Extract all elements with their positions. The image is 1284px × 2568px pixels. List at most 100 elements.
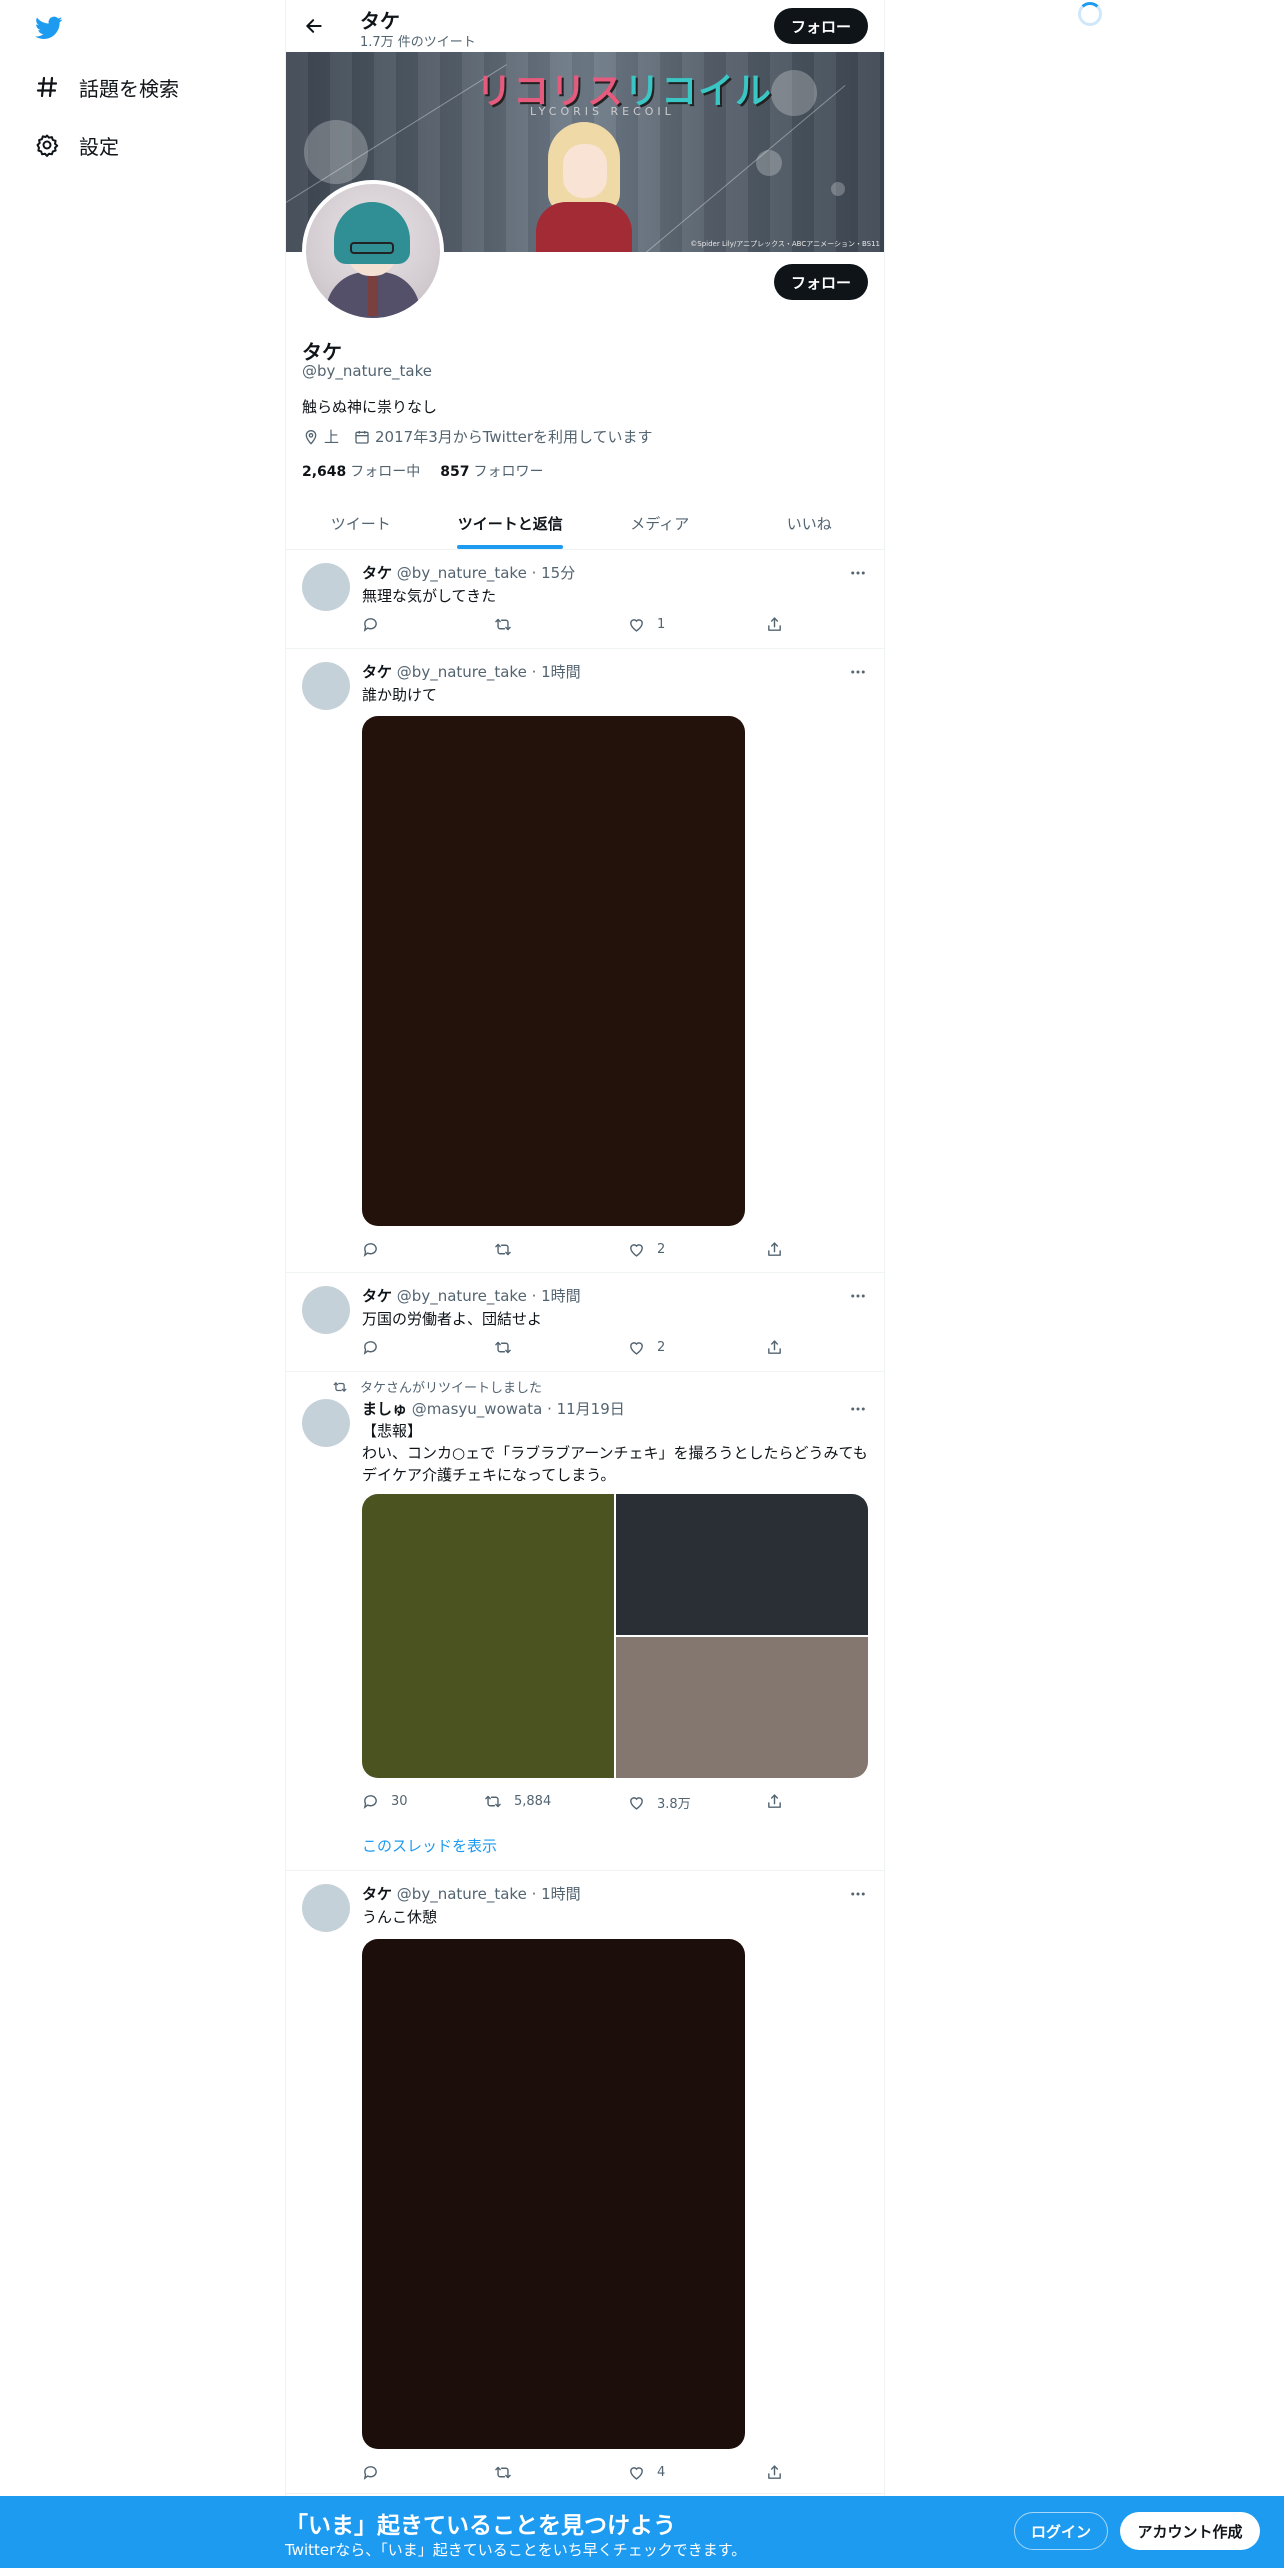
more-options-icon[interactable] (848, 1286, 868, 1306)
avatar-tie (368, 276, 378, 316)
banner-bubble (304, 120, 368, 184)
create-account-button[interactable]: アカウント作成 (1120, 2512, 1260, 2550)
tweet-header: タケ @by_nature_take · 1時間 (362, 1883, 581, 1904)
tweet-item[interactable]: タケ @by_nature_take · 1時間 誰か助けて 2 (286, 650, 884, 1273)
retweet-context-label[interactable]: タケさんがリツイートしました (360, 1377, 542, 1396)
more-options-icon[interactable] (848, 662, 868, 682)
banner-credit: ©Spider Lily/アニプレックス・ABCアニメーション・BS11 (690, 240, 880, 248)
tweet-author-name[interactable]: タケ (362, 564, 392, 582)
show-thread-link[interactable]: このスレッドを表示 (362, 1835, 497, 1856)
more-options-icon[interactable] (848, 563, 868, 583)
like-button[interactable]: 2 (628, 1241, 665, 1258)
tweet-avatar[interactable] (302, 1286, 350, 1334)
share-button[interactable] (766, 2464, 795, 2481)
more-options-icon[interactable] (848, 1399, 868, 1419)
tweet-author-name[interactable]: タケ (362, 1885, 392, 1903)
signup-banner: 「いま」起きていることを見つけよう Twitterなら、「いま」起きていることを… (0, 2496, 1284, 2568)
tweet-text-line: 【悲報】 (362, 1422, 423, 1440)
heart-icon (630, 1342, 643, 1355)
tweet-item[interactable]: タケ @by_nature_take · 1時間 万国の労働者よ、団結せよ 2 (286, 1274, 884, 1372)
tweet-media-image[interactable] (616, 1637, 868, 1778)
back-arrow-icon[interactable] (300, 12, 328, 40)
tweet-item[interactable]: タケ @by_nature_take · 1時間 うんこ休憩 4 (286, 1872, 884, 2494)
retweet-button[interactable] (494, 616, 524, 633)
tweet-timestamp[interactable]: · 1時間 (532, 1885, 581, 1903)
reply-button[interactable] (362, 1241, 391, 1258)
like-count: 3.8万 (657, 1797, 691, 1812)
tweet-avatar[interactable] (302, 563, 350, 611)
profile-joined-date: 2017年3月からTwitterを利用しています (375, 428, 653, 446)
tweet-header: タケ @by_nature_take · 1時間 (362, 1285, 581, 1306)
like-button[interactable]: 3.8万 (628, 1793, 691, 1812)
retweet-button[interactable] (494, 2464, 524, 2481)
header-follow-button[interactable]: フォロー (774, 8, 868, 44)
followers-link[interactable]: 857 フォロワー (440, 461, 543, 481)
reply-count: 30 (391, 1794, 408, 1809)
tab-tweets[interactable]: ツイート (286, 497, 436, 549)
reply-button[interactable]: 30 (362, 1793, 408, 1810)
tweet-author-handle[interactable]: @by_nature_take (397, 663, 527, 681)
tweet-timestamp[interactable]: · 15分 (532, 564, 576, 582)
left-sidebar: 話題を検索 設定 (0, 0, 285, 2568)
reply-button[interactable] (362, 2464, 391, 2481)
tweet-author-handle[interactable]: @by_nature_take (397, 1287, 527, 1305)
share-button[interactable] (766, 1793, 795, 1810)
tweet-avatar[interactable] (302, 1399, 350, 1447)
tweet-media-image[interactable] (362, 1939, 745, 2449)
following-link[interactable]: 2,648 フォロー中 (302, 461, 420, 481)
profile-avatar[interactable] (302, 180, 444, 322)
tab-tweets-and-replies[interactable]: ツイートと返信 (436, 497, 586, 549)
more-options-icon[interactable] (848, 1884, 868, 1904)
tweet-media-image[interactable] (362, 1494, 614, 1778)
tweet-timestamp[interactable]: · 11月19日 (547, 1400, 625, 1418)
sidebar-item-settings[interactable]: 設定 (33, 125, 119, 165)
like-count: 1 (657, 617, 666, 632)
tweet-item[interactable]: タケさんがリツイートしました ましゅ @masyu_wowata · 11月19… (286, 1373, 884, 1871)
retweet-button[interactable] (494, 1339, 524, 1356)
tweet-author-name[interactable]: ましゅ (362, 1400, 407, 1418)
profile-header-bar: タケ 1.7万 件のツイート フォロー (286, 0, 884, 52)
tweet-author-handle[interactable]: @by_nature_take (397, 564, 527, 582)
reply-icon (363, 1243, 377, 1257)
banner-bubble (831, 182, 845, 196)
share-button[interactable] (766, 616, 795, 633)
tweet-actions: 1 (362, 616, 786, 636)
share-button[interactable] (766, 1241, 795, 1258)
profile-follow-button[interactable]: フォロー (774, 264, 868, 300)
tweet-media-image[interactable] (362, 716, 745, 1226)
like-button[interactable]: 1 (628, 616, 665, 633)
sidebar-item-label: 設定 (79, 134, 119, 159)
tab-likes[interactable]: いいね (735, 497, 885, 549)
like-button[interactable]: 2 (628, 1339, 665, 1356)
tab-media[interactable]: メディア (585, 497, 735, 549)
tweet-avatar[interactable] (302, 1884, 350, 1932)
reply-button[interactable] (362, 616, 391, 633)
tweet-media-image[interactable] (616, 1494, 868, 1635)
tweet-avatar[interactable] (302, 662, 350, 710)
profile-meta: 上 2017年3月からTwitterを利用しています (302, 426, 653, 447)
tweet-author-handle[interactable]: @masyu_wowata (412, 1400, 542, 1418)
tweet-author-name[interactable]: タケ (362, 1287, 392, 1305)
tweet-author-handle[interactable]: @by_nature_take (397, 1885, 527, 1903)
share-icon (768, 617, 781, 631)
tweet-timestamp[interactable]: · 1時間 (532, 1287, 581, 1305)
tweet-author-name[interactable]: タケ (362, 663, 392, 681)
retweet-count: 5,884 (514, 1794, 552, 1809)
signup-banner-subtitle: Twitterなら、「いま」起きていることをいち早くチェックできます。 (285, 2541, 747, 2559)
login-button[interactable]: ログイン (1014, 2512, 1108, 2550)
tweet-timestamp[interactable]: · 1時間 (532, 663, 581, 681)
tweet-item[interactable]: タケ @by_nature_take · 15分 無理な気がしてきた 1 (286, 551, 884, 649)
twitter-bird-icon[interactable] (33, 14, 65, 42)
like-button[interactable]: 4 (628, 2464, 665, 2481)
sidebar-item-explore[interactable]: 話題を検索 (33, 67, 179, 107)
reply-icon (363, 2466, 377, 2480)
profile-tabs: ツイート ツイートと返信 メディア いいね (286, 497, 884, 550)
retweet-button[interactable]: 5,884 (484, 1793, 551, 1810)
heart-icon (630, 1244, 643, 1257)
retweet-button[interactable] (494, 1241, 524, 1258)
reply-button[interactable] (362, 1339, 391, 1356)
retweet-context: タケさんがリツイートしました (332, 1377, 542, 1396)
share-button[interactable] (766, 1339, 795, 1356)
retweet-icon (333, 1381, 347, 1392)
share-icon (768, 1340, 781, 1354)
